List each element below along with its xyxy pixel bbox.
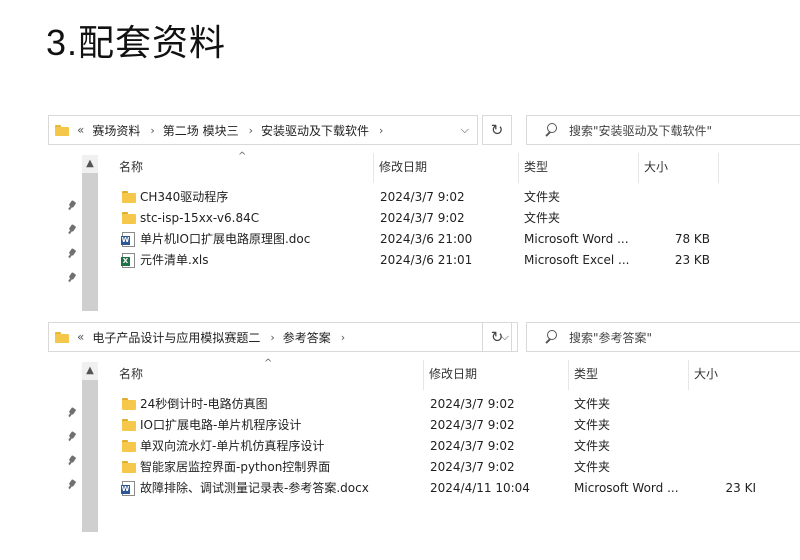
- column-divider[interactable]: [373, 153, 374, 183]
- chevron-right-icon[interactable]: ›: [249, 124, 253, 137]
- file-row[interactable]: 智能家居监控界面-python控制界面 2024/3/7 9:02 文件夹: [48, 457, 800, 478]
- breadcrumb-item[interactable]: 第二场 模块三: [163, 122, 239, 139]
- file-name: stc-isp-15xx-v6.84C: [140, 211, 260, 225]
- folder-icon: [122, 398, 136, 410]
- chevron-right-icon[interactable]: ›: [379, 124, 383, 137]
- file-row[interactable]: 故障排除、调试测量记录表-参考答案.docx 2024/4/11 10:04 M…: [48, 478, 800, 499]
- file-type: Microsoft Word ...: [574, 481, 679, 495]
- file-type: 文件夹: [574, 460, 611, 474]
- refresh-button[interactable]: ↻: [482, 115, 512, 145]
- chevron-right-icon[interactable]: ›: [270, 331, 274, 344]
- column-header-name[interactable]: 名称: [119, 360, 143, 388]
- file-date: 2024/4/11 10:04: [430, 481, 530, 495]
- file-type: Microsoft Excel ...: [524, 253, 630, 267]
- file-row[interactable]: IO口扩展电路-单片机程序设计 2024/3/7 9:02 文件夹: [48, 415, 800, 436]
- file-size: 78 KB: [674, 232, 710, 246]
- overflow-chevrons-icon[interactable]: «: [77, 123, 84, 137]
- file-date: 2024/3/7 9:02: [430, 397, 515, 411]
- column-divider[interactable]: [568, 360, 569, 390]
- column-divider[interactable]: [638, 153, 639, 183]
- sort-ascending-icon: ^: [238, 151, 247, 162]
- search-placeholder: 搜索"安装驱动及下载软件": [569, 123, 713, 138]
- breadcrumb-item[interactable]: 参考答案: [283, 329, 331, 346]
- file-row[interactable]: 单片机IO口扩展电路原理图.doc 2024/3/6 21:00 Microso…: [48, 229, 800, 250]
- file-type: 文件夹: [574, 397, 611, 411]
- address-bar[interactable]: « 赛场资料 › 第二场 模块三 › 安装驱动及下载软件 › ⌵: [48, 115, 478, 145]
- file-name: IO口扩展电路-单片机程序设计: [140, 418, 302, 432]
- file-row[interactable]: 元件清单.xls 2024/3/6 21:01 Microsoft Excel …: [48, 250, 800, 271]
- pin-icon[interactable]: [66, 273, 78, 285]
- folder-icon: [55, 124, 69, 136]
- file-size: 23 KB: [674, 253, 710, 267]
- file-name: 单片机IO口扩展电路原理图.doc: [140, 232, 311, 246]
- file-name: 故障排除、调试测量记录表-参考答案.docx: [140, 481, 369, 495]
- section-title: 配套资料: [78, 23, 227, 64]
- sort-ascending-icon: ^: [264, 358, 273, 369]
- search-icon: [543, 329, 559, 345]
- file-type: 文件夹: [574, 439, 611, 453]
- folder-icon: [122, 212, 136, 224]
- chevron-right-icon[interactable]: ›: [341, 331, 345, 344]
- file-row[interactable]: CH340驱动程序 2024/3/7 9:02 文件夹: [48, 187, 800, 208]
- section-number: 3.: [46, 22, 79, 63]
- column-header-type[interactable]: 类型: [574, 360, 598, 388]
- file-date: 2024/3/7 9:02: [430, 460, 515, 474]
- file-date: 2024/3/6 21:01: [380, 253, 473, 267]
- column-divider[interactable]: [688, 360, 689, 390]
- file-name: 智能家居监控界面-python控制界面: [140, 460, 331, 474]
- breadcrumb-item[interactable]: 电子产品设计与应用模拟赛题二: [92, 329, 260, 346]
- file-explorer-1: « 赛场资料 › 第二场 模块三 › 安装驱动及下载软件 › ⌵ ↻ 搜索"安装…: [48, 115, 800, 315]
- word-doc-icon: [121, 481, 135, 496]
- chevron-down-icon[interactable]: ⌵: [461, 123, 469, 137]
- file-name: 元件清单.xls: [140, 253, 209, 267]
- column-header-row: ^ 名称 修改日期 类型 大小: [48, 358, 800, 390]
- column-header-date[interactable]: 修改日期: [379, 153, 427, 181]
- file-explorer-2: « 电子产品设计与应用模拟赛题二 › 参考答案 › ⌵ ↻ 搜索"参考答案" ▲…: [48, 322, 800, 542]
- column-divider[interactable]: [518, 153, 519, 183]
- overflow-chevrons-icon[interactable]: «: [77, 330, 84, 344]
- refresh-button[interactable]: ↻: [482, 322, 512, 352]
- column-header-row: ^ 名称 修改日期 类型 大小: [48, 151, 800, 183]
- folder-icon: [122, 419, 136, 431]
- folder-icon: [55, 331, 69, 343]
- file-date: 2024/3/7 9:02: [380, 211, 465, 225]
- word-doc-icon: [121, 232, 135, 247]
- search-box[interactable]: 搜索"安装驱动及下载软件": [526, 115, 800, 145]
- column-divider[interactable]: [718, 153, 719, 183]
- excel-xls-icon: [121, 253, 135, 268]
- chevron-right-icon[interactable]: ›: [150, 124, 154, 137]
- file-name: CH340驱动程序: [140, 190, 229, 204]
- column-header-name[interactable]: 名称: [119, 153, 143, 181]
- file-date: 2024/3/7 9:02: [430, 439, 515, 453]
- file-row[interactable]: 单双向流水灯-单片机仿真程序设计 2024/3/7 9:02 文件夹: [48, 436, 800, 457]
- file-date: 2024/3/6 21:00: [380, 232, 473, 246]
- file-type: 文件夹: [524, 190, 561, 204]
- file-date: 2024/3/7 9:02: [380, 190, 465, 204]
- file-type: Microsoft Word ...: [524, 232, 629, 246]
- section-heading: 3.配套资料: [46, 14, 226, 66]
- column-header-type[interactable]: 类型: [524, 153, 548, 181]
- column-header-date[interactable]: 修改日期: [429, 360, 477, 388]
- file-row[interactable]: 24秒倒计时-电路仿真图 2024/3/7 9:02 文件夹: [48, 394, 800, 415]
- column-divider[interactable]: [423, 360, 424, 390]
- file-row[interactable]: stc-isp-15xx-v6.84C 2024/3/7 9:02 文件夹: [48, 208, 800, 229]
- folder-icon: [122, 461, 136, 473]
- column-header-size[interactable]: 大小: [694, 360, 718, 388]
- file-date: 2024/3/7 9:02: [430, 418, 515, 432]
- file-type: 文件夹: [574, 418, 611, 432]
- file-name: 单双向流水灯-单片机仿真程序设计: [140, 439, 325, 453]
- address-bar[interactable]: « 电子产品设计与应用模拟赛题二 › 参考答案 › ⌵: [48, 322, 518, 352]
- file-name: 24秒倒计时-电路仿真图: [140, 397, 268, 411]
- file-type: 文件夹: [524, 211, 561, 225]
- breadcrumb-item[interactable]: 赛场资料: [92, 122, 140, 139]
- folder-icon: [122, 440, 136, 452]
- breadcrumb-item[interactable]: 安装驱动及下载软件: [261, 122, 369, 139]
- folder-icon: [122, 191, 136, 203]
- column-header-size[interactable]: 大小: [644, 153, 668, 181]
- file-size: 23 KI: [725, 481, 757, 495]
- search-box[interactable]: 搜索"参考答案": [526, 322, 800, 352]
- search-icon: [543, 122, 559, 138]
- search-placeholder: 搜索"参考答案": [569, 330, 653, 345]
